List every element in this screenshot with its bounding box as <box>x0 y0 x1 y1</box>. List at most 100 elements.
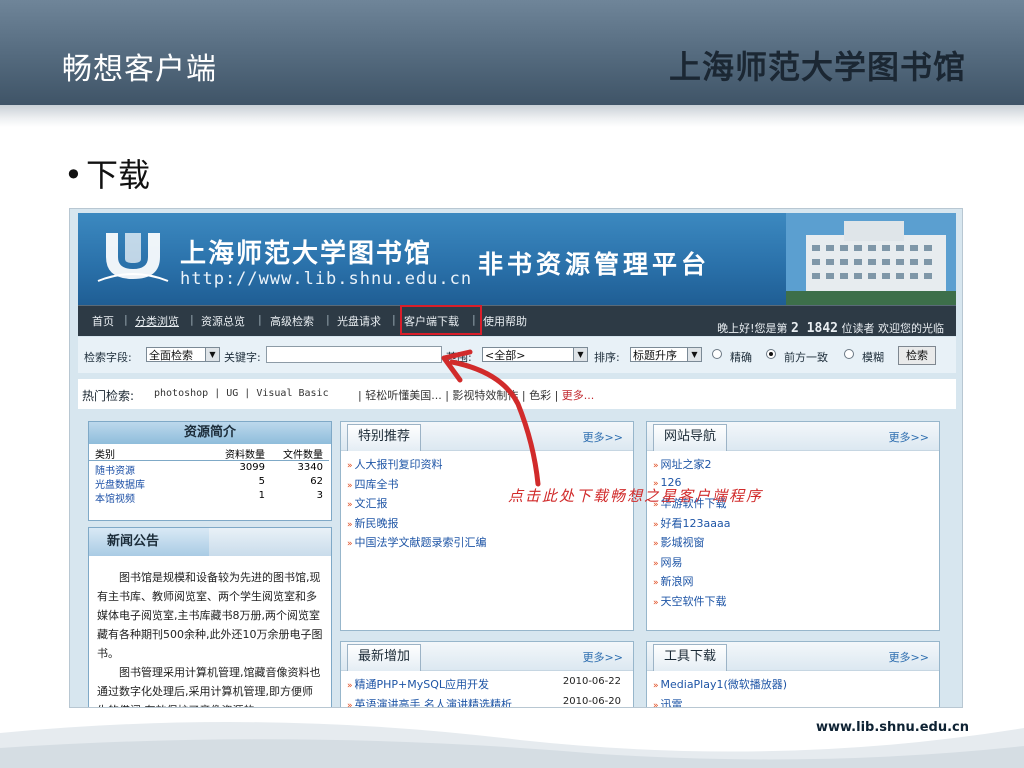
list-item-label[interactable]: 新浪网 <box>661 575 694 588</box>
list-item-label[interactable]: 中国法学文献题录索引汇编 <box>355 536 487 549</box>
library-banner: 上海师范大学图书馆 http://www.lib.shnu.edu.cn 非书资… <box>78 213 956 309</box>
website-screenshot: 上海师范大学图书馆 http://www.lib.shnu.edu.cn 非书资… <box>69 208 963 708</box>
bullet-dot-icon: • <box>64 156 83 194</box>
list-item[interactable]: » 影城视窗 <box>653 534 933 554</box>
site-nav-panel-header: 网站导航 更多>> <box>647 422 939 451</box>
visitor-greeting: 晚上好!您是第 2 1842 位读者 欢迎您的光临 <box>717 320 944 336</box>
news-text: 图书馆是规模和设备较为先进的图书馆,现有主书库、教师阅览室、两个学生阅览室和多媒… <box>97 568 323 707</box>
search-field-select[interactable]: 全面检索 ▼ <box>146 347 220 362</box>
news-paragraph: 图书馆是规模和设备较为先进的图书馆,现有主书库、教师阅览室、两个学生阅览室和多媒… <box>97 571 323 660</box>
platform-name: 非书资源管理平台 <box>478 250 711 279</box>
hot-search-more-link[interactable]: 更多... <box>562 389 595 402</box>
list-item-label[interactable]: 四库全书 <box>355 478 399 491</box>
annotation-arrow-icon <box>441 349 541 487</box>
list-item-date: 2010-06-22 <box>562 676 621 687</box>
sort-select[interactable]: 标题升序 ▼ <box>630 347 702 362</box>
nav-help[interactable]: 使用帮助 <box>483 313 527 329</box>
site-nav-panel-title: 网站导航 <box>653 424 728 451</box>
nav-resource-overview[interactable]: 资源总览 <box>201 313 245 329</box>
keyword-label: 关键字: <box>224 351 261 364</box>
greeting-prefix: 晚上好!您是第 <box>717 322 788 335</box>
list-item[interactable]: » 好看123aaaa <box>653 515 933 535</box>
slide-header-shade <box>0 105 1024 127</box>
list-item[interactable]: » 网址之家2 <box>653 456 933 476</box>
list-item[interactable]: » 天空软件下载 <box>653 593 933 613</box>
latest-more-link[interactable]: 更多>> <box>583 649 623 665</box>
bullet-arrow-icon: » <box>347 480 353 491</box>
tools-panel-header: 工具下载 更多>> <box>647 642 939 671</box>
match-exact-radio[interactable] <box>712 349 722 359</box>
resource-row[interactable]: 本馆视频 1 3 <box>89 490 329 505</box>
resource-name[interactable]: 随书资源 <box>95 462 135 477</box>
latest-panel-header: 最新增加 更多>> <box>341 642 633 671</box>
resource-row[interactable]: 随书资源 3099 3340 <box>89 462 329 477</box>
col-item-count: 资料数量 <box>225 450 265 461</box>
resource-name[interactable]: 光盘数据库 <box>95 476 145 491</box>
greeting-suffix: 位读者 欢迎您的光临 <box>841 322 945 335</box>
site-nav-list: » 网址之家2 » 126 » 华游软件下载 » 好看123aaaa » 影城视窗 » 网易… <box>653 456 933 612</box>
bullet-arrow-icon: » <box>653 461 659 471</box>
org-title: 上海师范大学图书馆 <box>668 48 966 86</box>
hot-search-links[interactable]: photoshop | UG | Visual Basic <box>154 388 329 399</box>
nav-separator: | <box>392 313 396 326</box>
featured-more-link[interactable]: 更多>> <box>583 429 623 445</box>
list-item-label[interactable]: 影城视窗 <box>661 536 705 549</box>
list-item-label[interactable]: 网址之家2 <box>661 458 712 471</box>
nav-advanced-search[interactable]: 高级检索 <box>270 313 314 329</box>
bullet-arrow-icon: » <box>653 578 659 588</box>
library-building-image <box>786 213 956 309</box>
featured-panel-title: 特别推荐 <box>347 424 422 451</box>
resource-files: 3 <box>316 490 323 501</box>
match-fuzzy-label: 模糊 <box>862 351 884 364</box>
bullet-arrow-icon: » <box>347 461 353 471</box>
bullet-item: •下载 <box>64 150 150 196</box>
news-panel: 新闻公告 图书馆是规模和设备较为先进的图书馆,现有主书库、教师阅览室、两个学生阅… <box>88 527 332 707</box>
list-item[interactable]: » 中国法学文献题录索引汇编 <box>347 534 627 554</box>
search-field-label: 检索字段: <box>84 351 132 364</box>
dropdown-arrow-icon[interactable]: ▼ <box>573 348 587 361</box>
dropdown-arrow-icon[interactable]: ▼ <box>687 348 701 361</box>
col-category: 类别 <box>95 450 115 461</box>
list-item-label[interactable]: 天空软件下载 <box>661 595 727 608</box>
site-nav-more-link[interactable]: 更多>> <box>889 429 929 445</box>
resource-row[interactable]: 光盘数据库 5 62 <box>89 476 329 491</box>
list-item-label[interactable]: 文汇报 <box>355 497 388 510</box>
sort-label: 排序: <box>594 351 620 364</box>
match-fuzzy-radio[interactable] <box>844 349 854 359</box>
bullet-arrow-icon: » <box>653 558 659 569</box>
site-nav-panel: 网站导航 更多>> » 网址之家2 » 126 » 华游软件下载 » 好看123aaaa… <box>646 421 940 631</box>
list-item-label[interactable]: 好看123aaaa <box>661 517 731 530</box>
slide-title: 畅想客户端 <box>62 52 217 87</box>
resource-name[interactable]: 本馆视频 <box>95 490 135 505</box>
match-prefix-radio[interactable] <box>766 349 776 359</box>
col-file-count: 文件数量 <box>283 450 323 461</box>
sort-value: 标题升序 <box>633 349 677 362</box>
resource-files: 62 <box>310 476 323 487</box>
list-item[interactable]: » 网易 <box>653 554 933 574</box>
search-button[interactable]: 检索 <box>898 346 936 365</box>
bullet-arrow-icon: » <box>653 539 659 549</box>
library-url: http://www.lib.shnu.edu.cn <box>180 269 473 289</box>
bullet-arrow-icon: » <box>347 500 353 510</box>
tools-more-link[interactable]: 更多>> <box>889 649 929 665</box>
match-prefix-label: 前方一致 <box>784 351 828 364</box>
resource-count: 5 <box>258 476 265 487</box>
hot-search-label: 热门检索: <box>82 389 135 403</box>
list-item[interactable]: » 新浪网 <box>653 573 933 593</box>
dropdown-arrow-icon[interactable]: ▼ <box>205 348 219 361</box>
list-item-label[interactable]: 新民晚报 <box>355 517 399 530</box>
bullet-arrow-icon: » <box>653 597 659 608</box>
news-panel-title: 新闻公告 <box>89 528 209 556</box>
resource-files: 3340 <box>297 462 323 473</box>
resource-summary-panel: 资源简介 类别 资料数量 文件数量 随书资源 3099 3340 光盘数据库 5… <box>88 421 332 521</box>
keyword-input[interactable] <box>266 346 442 363</box>
list-item[interactable]: » 新民晚报 <box>347 515 627 535</box>
nav-separator: | <box>190 313 194 326</box>
list-item-label[interactable]: 网易 <box>661 556 683 569</box>
nav-browse-category[interactable]: 分类浏览 <box>135 313 179 329</box>
resource-table-header: 类别 资料数量 文件数量 <box>89 446 329 461</box>
nav-disc-request[interactable]: 光盘请求 <box>337 313 381 329</box>
nav-separator: | <box>326 313 330 326</box>
nav-home[interactable]: 首页 <box>92 313 114 329</box>
nav-separator: | <box>472 313 476 326</box>
